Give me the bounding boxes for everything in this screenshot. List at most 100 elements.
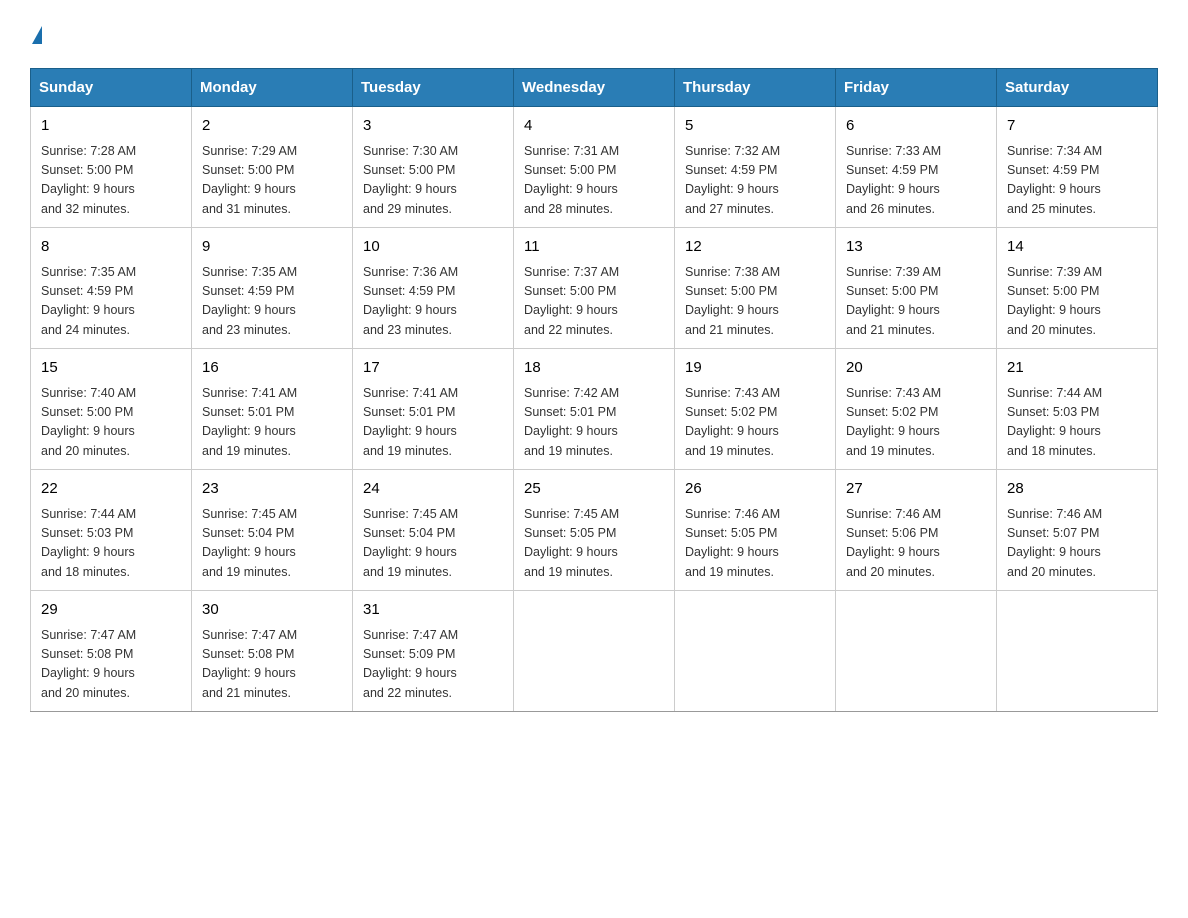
day-number: 9 — [202, 236, 342, 259]
day-cell: 19 Sunrise: 7:43 AM Sunset: 5:02 PM Dayl… — [675, 349, 836, 470]
day-info: Sunrise: 7:35 AM Sunset: 4:59 PM Dayligh… — [202, 263, 342, 341]
day-number: 13 — [846, 236, 986, 259]
day-cell: 20 Sunrise: 7:43 AM Sunset: 5:02 PM Dayl… — [836, 349, 997, 470]
day-info: Sunrise: 7:31 AM Sunset: 5:00 PM Dayligh… — [524, 142, 664, 220]
day-info: Sunrise: 7:42 AM Sunset: 5:01 PM Dayligh… — [524, 384, 664, 462]
day-cell: 15 Sunrise: 7:40 AM Sunset: 5:00 PM Dayl… — [31, 349, 192, 470]
day-info: Sunrise: 7:28 AM Sunset: 5:00 PM Dayligh… — [41, 142, 181, 220]
week-row-2: 8 Sunrise: 7:35 AM Sunset: 4:59 PM Dayli… — [31, 228, 1158, 349]
day-number: 17 — [363, 357, 503, 380]
day-info: Sunrise: 7:35 AM Sunset: 4:59 PM Dayligh… — [41, 263, 181, 341]
day-cell — [514, 591, 675, 712]
day-info: Sunrise: 7:46 AM Sunset: 5:05 PM Dayligh… — [685, 505, 825, 583]
day-cell: 9 Sunrise: 7:35 AM Sunset: 4:59 PM Dayli… — [192, 228, 353, 349]
day-number: 8 — [41, 236, 181, 259]
day-number: 7 — [1007, 115, 1147, 138]
day-number: 26 — [685, 478, 825, 501]
day-info: Sunrise: 7:29 AM Sunset: 5:00 PM Dayligh… — [202, 142, 342, 220]
header-cell-saturday: Saturday — [997, 69, 1158, 107]
header-row: SundayMondayTuesdayWednesdayThursdayFrid… — [31, 69, 1158, 107]
day-number: 24 — [363, 478, 503, 501]
day-number: 31 — [363, 599, 503, 622]
day-number: 29 — [41, 599, 181, 622]
day-number: 4 — [524, 115, 664, 138]
day-number: 20 — [846, 357, 986, 380]
day-cell: 7 Sunrise: 7:34 AM Sunset: 4:59 PM Dayli… — [997, 107, 1158, 228]
day-cell: 23 Sunrise: 7:45 AM Sunset: 5:04 PM Dayl… — [192, 470, 353, 591]
day-info: Sunrise: 7:45 AM Sunset: 5:04 PM Dayligh… — [363, 505, 503, 583]
header-cell-tuesday: Tuesday — [353, 69, 514, 107]
logo-triangle-icon — [32, 26, 42, 44]
day-info: Sunrise: 7:40 AM Sunset: 5:00 PM Dayligh… — [41, 384, 181, 462]
day-number: 21 — [1007, 357, 1147, 380]
header-cell-friday: Friday — [836, 69, 997, 107]
day-info: Sunrise: 7:47 AM Sunset: 5:08 PM Dayligh… — [202, 626, 342, 704]
calendar-table: SundayMondayTuesdayWednesdayThursdayFrid… — [30, 68, 1158, 712]
day-info: Sunrise: 7:34 AM Sunset: 4:59 PM Dayligh… — [1007, 142, 1147, 220]
day-info: Sunrise: 7:39 AM Sunset: 5:00 PM Dayligh… — [1007, 263, 1147, 341]
logo — [30, 20, 42, 48]
day-cell: 13 Sunrise: 7:39 AM Sunset: 5:00 PM Dayl… — [836, 228, 997, 349]
day-number: 2 — [202, 115, 342, 138]
header-cell-sunday: Sunday — [31, 69, 192, 107]
day-number: 27 — [846, 478, 986, 501]
day-number: 28 — [1007, 478, 1147, 501]
day-info: Sunrise: 7:47 AM Sunset: 5:08 PM Dayligh… — [41, 626, 181, 704]
day-info: Sunrise: 7:44 AM Sunset: 5:03 PM Dayligh… — [41, 505, 181, 583]
day-info: Sunrise: 7:39 AM Sunset: 5:00 PM Dayligh… — [846, 263, 986, 341]
day-cell: 28 Sunrise: 7:46 AM Sunset: 5:07 PM Dayl… — [997, 470, 1158, 591]
day-cell: 21 Sunrise: 7:44 AM Sunset: 5:03 PM Dayl… — [997, 349, 1158, 470]
day-number: 19 — [685, 357, 825, 380]
day-cell: 4 Sunrise: 7:31 AM Sunset: 5:00 PM Dayli… — [514, 107, 675, 228]
day-number: 30 — [202, 599, 342, 622]
day-info: Sunrise: 7:30 AM Sunset: 5:00 PM Dayligh… — [363, 142, 503, 220]
day-info: Sunrise: 7:41 AM Sunset: 5:01 PM Dayligh… — [363, 384, 503, 462]
day-cell: 29 Sunrise: 7:47 AM Sunset: 5:08 PM Dayl… — [31, 591, 192, 712]
day-info: Sunrise: 7:45 AM Sunset: 5:04 PM Dayligh… — [202, 505, 342, 583]
day-cell — [997, 591, 1158, 712]
day-number: 25 — [524, 478, 664, 501]
day-number: 22 — [41, 478, 181, 501]
header-cell-wednesday: Wednesday — [514, 69, 675, 107]
day-cell: 27 Sunrise: 7:46 AM Sunset: 5:06 PM Dayl… — [836, 470, 997, 591]
day-info: Sunrise: 7:47 AM Sunset: 5:09 PM Dayligh… — [363, 626, 503, 704]
page-header — [30, 20, 1158, 48]
day-cell: 25 Sunrise: 7:45 AM Sunset: 5:05 PM Dayl… — [514, 470, 675, 591]
day-number: 3 — [363, 115, 503, 138]
week-row-5: 29 Sunrise: 7:47 AM Sunset: 5:08 PM Dayl… — [31, 591, 1158, 712]
day-number: 15 — [41, 357, 181, 380]
day-number: 10 — [363, 236, 503, 259]
day-cell: 12 Sunrise: 7:38 AM Sunset: 5:00 PM Dayl… — [675, 228, 836, 349]
day-cell: 14 Sunrise: 7:39 AM Sunset: 5:00 PM Dayl… — [997, 228, 1158, 349]
day-number: 12 — [685, 236, 825, 259]
day-cell: 22 Sunrise: 7:44 AM Sunset: 5:03 PM Dayl… — [31, 470, 192, 591]
week-row-3: 15 Sunrise: 7:40 AM Sunset: 5:00 PM Dayl… — [31, 349, 1158, 470]
day-cell: 30 Sunrise: 7:47 AM Sunset: 5:08 PM Dayl… — [192, 591, 353, 712]
logo-general-line — [30, 20, 42, 48]
day-number: 1 — [41, 115, 181, 138]
day-number: 6 — [846, 115, 986, 138]
day-info: Sunrise: 7:46 AM Sunset: 5:07 PM Dayligh… — [1007, 505, 1147, 583]
day-cell: 18 Sunrise: 7:42 AM Sunset: 5:01 PM Dayl… — [514, 349, 675, 470]
day-info: Sunrise: 7:36 AM Sunset: 4:59 PM Dayligh… — [363, 263, 503, 341]
header-cell-monday: Monday — [192, 69, 353, 107]
day-info: Sunrise: 7:37 AM Sunset: 5:00 PM Dayligh… — [524, 263, 664, 341]
day-cell: 1 Sunrise: 7:28 AM Sunset: 5:00 PM Dayli… — [31, 107, 192, 228]
day-info: Sunrise: 7:33 AM Sunset: 4:59 PM Dayligh… — [846, 142, 986, 220]
day-cell: 31 Sunrise: 7:47 AM Sunset: 5:09 PM Dayl… — [353, 591, 514, 712]
day-info: Sunrise: 7:45 AM Sunset: 5:05 PM Dayligh… — [524, 505, 664, 583]
day-cell: 17 Sunrise: 7:41 AM Sunset: 5:01 PM Dayl… — [353, 349, 514, 470]
day-number: 16 — [202, 357, 342, 380]
day-number: 14 — [1007, 236, 1147, 259]
day-cell — [836, 591, 997, 712]
day-info: Sunrise: 7:44 AM Sunset: 5:03 PM Dayligh… — [1007, 384, 1147, 462]
day-info: Sunrise: 7:46 AM Sunset: 5:06 PM Dayligh… — [846, 505, 986, 583]
day-cell: 24 Sunrise: 7:45 AM Sunset: 5:04 PM Dayl… — [353, 470, 514, 591]
day-cell — [675, 591, 836, 712]
day-cell: 16 Sunrise: 7:41 AM Sunset: 5:01 PM Dayl… — [192, 349, 353, 470]
day-cell: 2 Sunrise: 7:29 AM Sunset: 5:00 PM Dayli… — [192, 107, 353, 228]
day-number: 11 — [524, 236, 664, 259]
day-cell: 26 Sunrise: 7:46 AM Sunset: 5:05 PM Dayl… — [675, 470, 836, 591]
day-info: Sunrise: 7:32 AM Sunset: 4:59 PM Dayligh… — [685, 142, 825, 220]
day-info: Sunrise: 7:38 AM Sunset: 5:00 PM Dayligh… — [685, 263, 825, 341]
